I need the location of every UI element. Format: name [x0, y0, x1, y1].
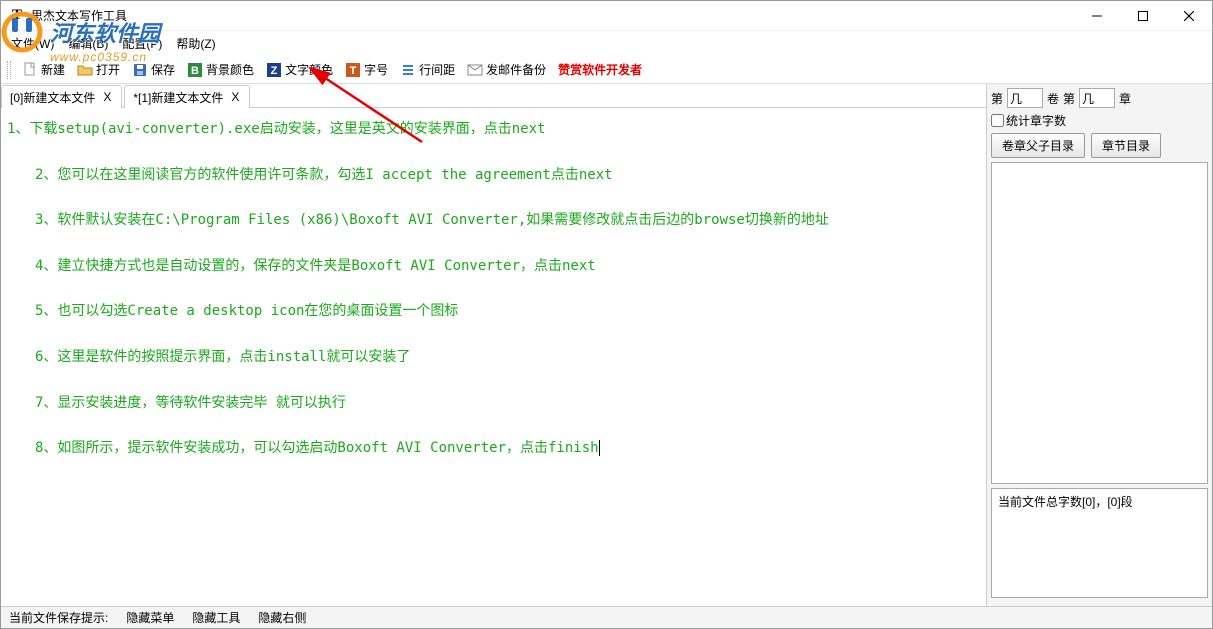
stats-box: 当前文件总字数[0]，[0]段	[991, 488, 1208, 598]
menu-config[interactable]: 配置(P)	[122, 35, 162, 52]
vol-chapter-tree-button[interactable]: 卷章父子目录	[991, 133, 1085, 158]
ch-suffix: 章	[1119, 90, 1131, 107]
bgcolor-icon: B	[187, 62, 203, 78]
close-button[interactable]	[1166, 1, 1212, 31]
svg-text:Z: Z	[271, 65, 278, 77]
editor-last-line: 8、如图所示，提示软件安装成功，可以勾选启动Boxoft AVI Convert…	[7, 439, 980, 459]
toolbar: 新建 打开 保存 B 背景颜色 Z 文字颜色 T 字号 行间距 发邮件备份	[1, 56, 1212, 84]
text-cursor	[599, 440, 600, 456]
editor-line: 1、下载setup(avi-converter).exe启动安装，这里是英文的安…	[7, 120, 980, 140]
main-area: [0]新建文本文件 X *[1]新建文本文件 X 1、下载setup(avi-c…	[1, 84, 1212, 606]
spacing-button[interactable]: 行间距	[397, 59, 458, 80]
line-spacing-icon	[400, 62, 416, 78]
editor-line: 6、这里是软件的按照提示界面，点击install就可以安装了	[7, 348, 980, 368]
side-inputs-row: 第 卷 第 章 统计章字数	[991, 88, 1208, 129]
tab-label: *[1]新建文本文件	[133, 89, 223, 106]
stats-text: 当前文件总字数[0]，[0]段	[998, 495, 1133, 509]
font-button[interactable]: T 字号	[342, 59, 391, 80]
tab-close-icon[interactable]: X	[229, 90, 241, 104]
tab-0[interactable]: [0]新建文本文件 X	[1, 85, 122, 109]
text-editor[interactable]: 1、下载setup(avi-converter).exe启动安装，这里是英文的安…	[1, 108, 986, 606]
save-icon	[132, 62, 148, 78]
statusbar: 当前文件保存提示: 隐藏菜单 隐藏工具 隐藏右侧	[1, 606, 1212, 628]
new-button[interactable]: 新建	[19, 59, 68, 80]
menu-edit[interactable]: 编辑(B)	[68, 35, 108, 52]
svg-text:T: T	[350, 65, 357, 77]
window-controls	[1074, 1, 1212, 31]
menubar: 文件(W) 编辑(B) 配置(P) 帮助(Z)	[1, 31, 1212, 56]
hide-tool-button[interactable]: 隐藏工具	[192, 609, 240, 626]
editor-line: 5、也可以勾选Create a desktop icon在您的桌面设置一个图标	[7, 302, 980, 322]
menu-file[interactable]: 文件(W)	[11, 35, 54, 52]
editor-line: 7、显示安装进度，等待软件安装完毕 就可以执行	[7, 394, 980, 414]
chapter-list-button[interactable]: 章节目录	[1091, 133, 1161, 158]
bgcolor-button[interactable]: B 背景颜色	[184, 59, 257, 80]
new-file-icon	[22, 62, 38, 78]
hide-menu-button[interactable]: 隐藏菜单	[126, 609, 174, 626]
vol-suffix: 卷	[1047, 90, 1059, 107]
app-icon: T	[9, 8, 25, 24]
editor-line: 3、软件默认安装在C:\Program Files (x86)\Boxoft A…	[7, 211, 980, 231]
textcolor-button[interactable]: Z 文字颜色	[263, 59, 336, 80]
ch-prefix: 第	[1063, 90, 1075, 107]
side-panel: 第 卷 第 章 统计章字数 卷章父子目录 章节目录 当前文件总字数[0]，[0]…	[986, 84, 1212, 606]
maximize-button[interactable]	[1120, 1, 1166, 31]
stat-label: 统计章字数	[1006, 112, 1066, 129]
tab-1[interactable]: *[1]新建文本文件 X	[124, 85, 250, 109]
chapter-input[interactable]	[1079, 88, 1115, 108]
font-icon: T	[345, 62, 361, 78]
textcolor-icon: Z	[266, 62, 282, 78]
app-window: T 思杰文本写作工具 文件(W) 编辑(B) 配置(P) 帮助(Z) 新建 打开…	[0, 0, 1213, 629]
folder-open-icon	[77, 62, 93, 78]
volume-input[interactable]	[1007, 88, 1043, 108]
donate-button[interactable]: 赞赏软件开发者	[555, 59, 645, 80]
email-backup-button[interactable]: 发邮件备份	[464, 59, 549, 80]
editor-line: 4、建立快捷方式也是自动设置的，保存的文件夹是Boxoft AVI Conver…	[7, 257, 980, 277]
open-button[interactable]: 打开	[74, 59, 123, 80]
toolbar-grip	[7, 61, 11, 79]
minimize-button[interactable]	[1074, 1, 1120, 31]
titlebar: T 思杰文本写作工具	[1, 1, 1212, 31]
hide-right-button[interactable]: 隐藏右侧	[258, 609, 306, 626]
status-save-hint: 当前文件保存提示:	[9, 609, 108, 626]
mail-icon	[467, 62, 483, 78]
stat-checkbox[interactable]	[991, 114, 1004, 127]
svg-text:B: B	[191, 65, 199, 77]
menu-help[interactable]: 帮助(Z)	[176, 35, 215, 52]
tab-close-icon[interactable]: X	[101, 90, 113, 104]
chapter-tree-box[interactable]	[991, 162, 1208, 484]
save-button[interactable]: 保存	[129, 59, 178, 80]
tabs-row: [0]新建文本文件 X *[1]新建文本文件 X	[1, 84, 986, 108]
editor-line: 2、您可以在这里阅读官方的软件使用许可条款，勾选I accept the agr…	[7, 166, 980, 186]
window-title: 思杰文本写作工具	[31, 7, 127, 24]
tab-label: [0]新建文本文件	[10, 89, 95, 106]
vol-prefix: 第	[991, 90, 1003, 107]
